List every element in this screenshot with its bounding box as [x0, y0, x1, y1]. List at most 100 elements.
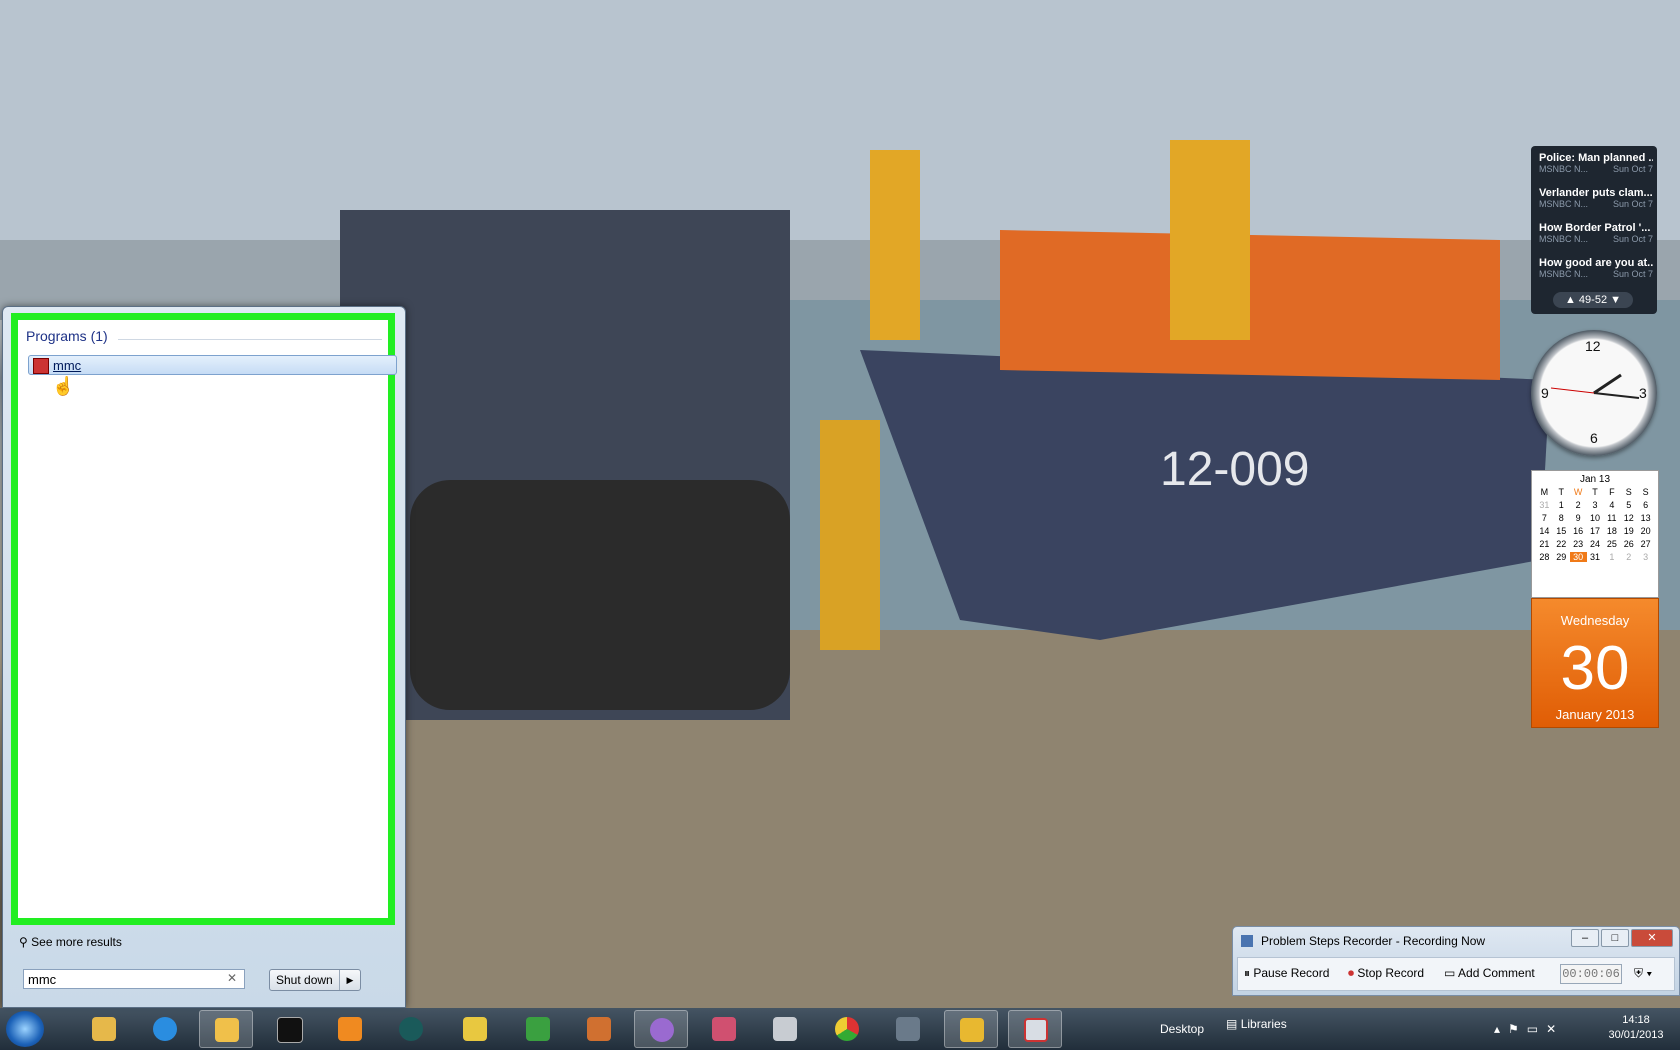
header-divider: [118, 339, 382, 340]
calendar-day[interactable]: 27: [1637, 539, 1654, 549]
calendar-day[interactable]: 29: [1553, 552, 1570, 562]
next-arrow-icon[interactable]: ▼: [1610, 294, 1621, 306]
search-input[interactable]: [23, 969, 245, 989]
calendar-day[interactable]: 28: [1536, 552, 1553, 562]
recycle-icon: [526, 1017, 550, 1041]
taskbar-app[interactable]: [511, 1010, 565, 1048]
taskbar-internet-explorer[interactable]: [138, 1010, 192, 1048]
ie-icon: [153, 1017, 177, 1041]
taskbar-media-center[interactable]: [384, 1010, 438, 1048]
calendar-day[interactable]: 9: [1570, 513, 1587, 523]
calendar-day[interactable]: 11: [1603, 513, 1620, 523]
stop-record-button[interactable]: ⏺ Stop Record: [1348, 966, 1424, 981]
calendar-day[interactable]: 12: [1620, 513, 1637, 523]
news-date: Sun Oct 7: [1612, 234, 1653, 244]
calendar-day[interactable]: 23: [1570, 539, 1587, 549]
shut-down-button[interactable]: Shut down ▶: [269, 969, 361, 991]
calendar-day[interactable]: 3: [1637, 552, 1654, 562]
taskbar-command-prompt[interactable]: [262, 1010, 316, 1048]
calendar-day[interactable]: 2: [1620, 552, 1637, 562]
calendar-day[interactable]: 1: [1553, 500, 1570, 510]
calendar-month-label: Jan 13: [1579, 474, 1611, 485]
taskbar-clock[interactable]: 14:18 30/01/2013: [1600, 1013, 1672, 1043]
paint-icon: [712, 1017, 736, 1041]
news-source: MSNBC N...: [1539, 269, 1589, 279]
taskbar-app[interactable]: [572, 1010, 626, 1048]
taskbar-explorer-folder[interactable]: [77, 1010, 131, 1048]
calendar-day[interactable]: 15: [1553, 526, 1570, 536]
date-gadget: Wednesday 30 January 2013: [1531, 598, 1659, 728]
calendar-day[interactable]: 7: [1536, 513, 1553, 523]
app-icon: [960, 1018, 984, 1042]
programs-header: Programs (1): [26, 328, 108, 344]
calendar-day[interactable]: 3: [1587, 500, 1604, 510]
pause-record-button[interactable]: ⏸ Pause Record: [1244, 966, 1329, 981]
calendar-day[interactable]: 1: [1603, 552, 1620, 562]
prev-arrow-icon[interactable]: ▲: [1565, 294, 1576, 306]
problem-steps-recorder-window: Problem Steps Recorder - Recording Now –…: [1232, 926, 1680, 996]
app-icon: [587, 1017, 611, 1041]
stop-label: Stop Record: [1357, 966, 1425, 980]
minimize-button[interactable]: –: [1571, 929, 1599, 947]
calendar-day[interactable]: 5: [1620, 500, 1637, 510]
calendar-day[interactable]: 16: [1570, 526, 1587, 536]
calendar-day[interactable]: 25: [1603, 539, 1620, 549]
window-controls: – □ ✕: [1569, 929, 1673, 947]
calendar-day[interactable]: 19: [1620, 526, 1637, 536]
taskbar-app[interactable]: [448, 1010, 502, 1048]
news-range: 49-52: [1578, 294, 1608, 306]
media-center-icon: [399, 1017, 423, 1041]
taskbar: Desktop ▤ Libraries ▴⚑▭✕ 14:18 30/01/201…: [0, 1008, 1680, 1050]
taskbar-app[interactable]: [758, 1010, 812, 1048]
clock-date: 30/01/2013: [1608, 1029, 1664, 1041]
help-shield-icon[interactable]: ⛨ ▾: [1634, 966, 1652, 981]
day-number: 30: [1560, 634, 1630, 703]
calendar-day[interactable]: 24: [1587, 539, 1604, 549]
news-item[interactable]: Police: Man planned ... MSNBC N... Sun Oc…: [1539, 152, 1653, 174]
taskbar-chrome[interactable]: [820, 1010, 874, 1048]
media-icon: [338, 1017, 362, 1041]
calendar-day[interactable]: 26: [1620, 539, 1637, 549]
news-item[interactable]: How good are you at... MSNBC N... Sun Oct…: [1539, 257, 1653, 279]
calendar-day[interactable]: 22: [1553, 539, 1570, 549]
clear-search-icon[interactable]: ✕: [227, 971, 237, 985]
calendar-day[interactable]: 17: [1587, 526, 1604, 536]
calendar-day[interactable]: 18: [1603, 526, 1620, 536]
calendar-day[interactable]: 10: [1587, 513, 1604, 523]
news-pager[interactable]: ▲ 49-52 ▼: [1553, 292, 1633, 308]
document-icon: [773, 1017, 797, 1041]
see-more-results-link[interactable]: ⚲ See more results: [19, 935, 122, 949]
shut-down-options-arrow-icon[interactable]: ▶: [339, 970, 360, 990]
taskbar-app[interactable]: [634, 1010, 688, 1048]
news-source: MSNBC N...: [1539, 164, 1589, 174]
close-button[interactable]: ✕: [1631, 929, 1673, 947]
calendar-day[interactable]: 31: [1587, 552, 1604, 562]
start-button[interactable]: [6, 1011, 44, 1047]
news-item[interactable]: How Border Patrol '... MSNBC N... Sun Oct…: [1539, 222, 1653, 244]
calendar-day[interactable]: 31: [1536, 500, 1553, 510]
calendar-day[interactable]: 4: [1603, 500, 1620, 510]
app-icon: [896, 1017, 920, 1041]
taskbar-problem-steps-recorder[interactable]: [1008, 1010, 1062, 1048]
calendar-day[interactable]: 2: [1570, 500, 1587, 510]
calendar-day[interactable]: 30: [1569, 552, 1587, 562]
news-item[interactable]: Verlander puts clam... MSNBC N... Sun Oct…: [1539, 187, 1653, 209]
taskbar-app[interactable]: [944, 1010, 998, 1048]
calendar-day[interactable]: 14: [1536, 526, 1553, 536]
calendar-day[interactable]: 20: [1637, 526, 1654, 536]
calendar-day[interactable]: 8: [1553, 513, 1570, 523]
result-item-mmc[interactable]: mmc: [28, 355, 397, 375]
calendar-day[interactable]: 21: [1536, 539, 1553, 549]
desktop-toolbar-label[interactable]: Desktop: [1160, 1022, 1204, 1036]
taskbar-app[interactable]: [881, 1010, 935, 1048]
svg-text:12-009: 12-009: [1160, 443, 1309, 496]
calendar-day[interactable]: 13: [1637, 513, 1654, 523]
maximize-button[interactable]: □: [1601, 929, 1629, 947]
calendar-day[interactable]: 6: [1637, 500, 1654, 510]
taskbar-app[interactable]: [697, 1010, 751, 1048]
taskbar-media-player[interactable]: [323, 1010, 377, 1048]
add-comment-button[interactable]: ▭ Add Comment: [1444, 966, 1535, 980]
notification-area[interactable]: ▴⚑▭✕: [1494, 1022, 1564, 1036]
taskbar-windows-explorer[interactable]: [199, 1010, 253, 1048]
libraries-toolbar-item[interactable]: ▤ Libraries: [1226, 1017, 1287, 1031]
